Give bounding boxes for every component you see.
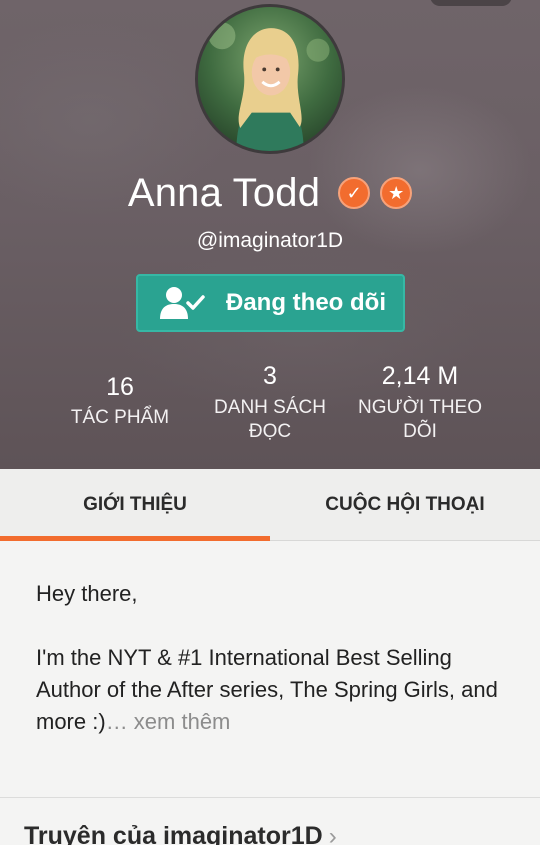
user-check-icon (152, 283, 212, 323)
stat-reading-lists[interactable]: 3 DANH SÁCH ĐỌC (195, 361, 345, 444)
stat-works[interactable]: 16 TÁC PHẨM (50, 372, 190, 430)
stat-followers-label-line1: NGƯỜI THEO (357, 397, 482, 418)
stat-followers-label: NGƯỜI THEO DÕI (350, 396, 490, 444)
profile-stats: 16 TÁC PHẨM 3 DANH SÁCH ĐỌC 2,14 M NGƯỜI… (0, 358, 540, 458)
profile-tabs: GIỚI THIỆU CUỘC HỘI THOẠI (0, 469, 540, 541)
profile-header: Anna Todd ✓ ★ @imaginator1D Đang theo dõ… (0, 0, 540, 469)
stat-reading-lists-value: 3 (263, 362, 277, 390)
stat-followers-label-line2: DÕI (403, 421, 437, 442)
about-greeting: Hey there, (36, 581, 138, 606)
tab-about[interactable]: GIỚI THIỆU (0, 469, 270, 541)
profile-name: Anna Todd (127, 170, 321, 215)
stories-section-link[interactable]: Truyện của imaginator1D › (24, 822, 337, 845)
top-overlay-pill[interactable] (430, 0, 512, 6)
name-row: Anna Todd ✓ ★ (0, 168, 540, 218)
stat-reading-lists-label: DANH SÁCH ĐỌC (195, 396, 345, 444)
profile-handle: @imaginator1D (196, 229, 344, 252)
badges: ✓ ★ (338, 177, 413, 209)
stat-works-label: TÁC PHẨM (70, 407, 170, 428)
following-button-label: Đang theo dõi (226, 289, 386, 316)
stat-followers[interactable]: 2,14 M NGƯỜI THEO DÕI (350, 361, 490, 444)
stories-title: Truyện của imaginator1D (24, 822, 323, 845)
stat-followers-value: 2,14 M (381, 362, 459, 390)
about-bio: I'm the NYT & #1 International Best Sell… (36, 642, 506, 738)
tab-conversations[interactable]: CUỘC HỘI THOẠI (270, 469, 540, 541)
stat-works-value: 16 (106, 373, 134, 401)
check-badge-icon: ✓ (338, 177, 371, 209)
stat-reading-lists-label-line1: DANH SÁCH (214, 397, 326, 418)
stat-reading-lists-label-line2: ĐỌC (248, 421, 292, 442)
about-section: Hey there, I'm the NYT & #1 Internationa… (0, 541, 540, 797)
chevron-right-icon: › (328, 823, 337, 845)
following-button[interactable]: Đang theo dõi (136, 274, 405, 332)
avatar-image (198, 7, 342, 151)
section-divider (0, 797, 540, 798)
see-more-link[interactable]: … xem thêm (106, 709, 231, 734)
avatar[interactable] (195, 4, 345, 154)
star-badge-icon: ★ (380, 177, 413, 209)
